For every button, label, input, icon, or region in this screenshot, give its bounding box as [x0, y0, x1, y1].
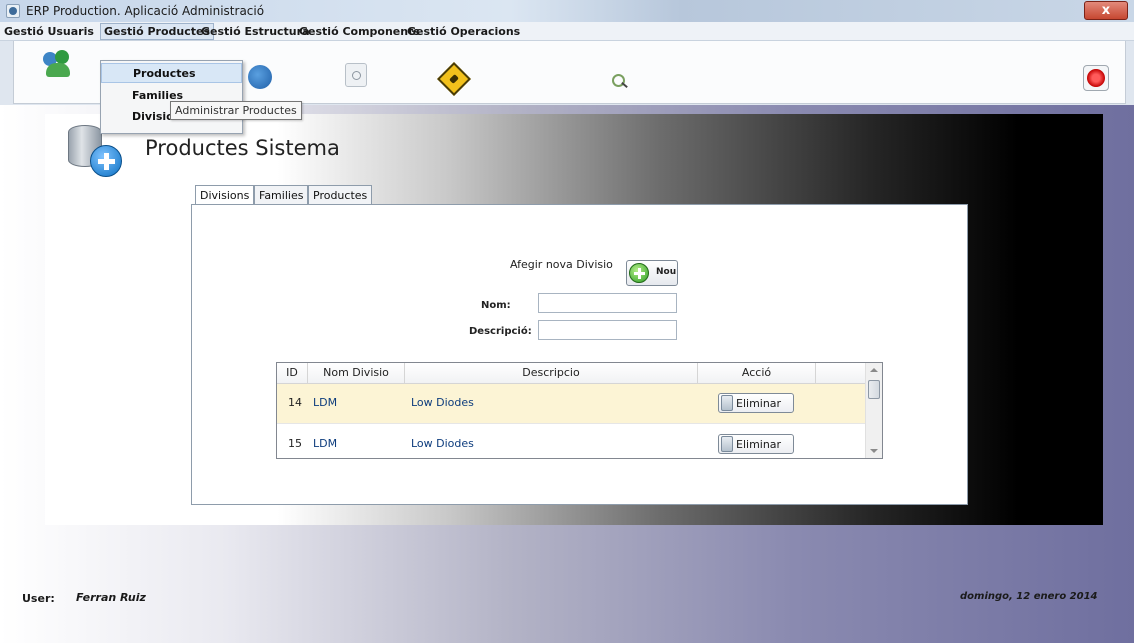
plus-icon [629, 263, 649, 283]
scroll-thumb[interactable] [868, 380, 880, 399]
menu-gestio-operacions[interactable]: Gestió Operacions [404, 24, 523, 40]
menu-bar: Gestió Usuaris Gestió Productes Gestió E… [0, 22, 1134, 41]
add-button[interactable]: Nou [626, 260, 678, 286]
users-icon[interactable] [41, 50, 75, 80]
power-icon[interactable] [1083, 65, 1109, 91]
search-doc-icon[interactable] [345, 63, 367, 87]
grid-header: ID Nom Divisio Descripcio Acció [277, 363, 866, 384]
app-window: ERP Production. Aplicació Administració … [0, 0, 1134, 643]
trash-icon [721, 395, 733, 411]
delete-button[interactable]: Eliminar [718, 434, 794, 454]
add-division-label: Afegir nova Divisio [510, 258, 613, 271]
nom-input[interactable] [538, 293, 677, 313]
app-icon [6, 4, 20, 18]
close-button[interactable]: x [1084, 1, 1128, 20]
delete-button[interactable]: Eliminar [718, 393, 794, 413]
menu-gestio-usuaris[interactable]: Gestió Usuaris [1, 24, 97, 40]
tab-families[interactable]: Families [254, 185, 309, 205]
trash-icon [721, 436, 733, 452]
column-header-nom-divisio[interactable]: Nom Divisio [308, 363, 405, 384]
cell-nom: LDM [313, 437, 338, 450]
cell-id: 15 [288, 437, 302, 450]
user-name: Ferran Ruiz [76, 591, 146, 604]
title-bar: ERP Production. Aplicació Administració … [0, 0, 1134, 22]
cell-nom: LDM [313, 396, 338, 409]
page-title: Productes Sistema [145, 136, 340, 160]
window-title: ERP Production. Aplicació Administració [26, 4, 265, 18]
cell-descripcio: Low Diodes [411, 396, 474, 409]
cell-id: 14 [288, 396, 302, 409]
scroll-down-icon[interactable] [870, 449, 878, 453]
column-header-accio[interactable]: Acció [698, 363, 816, 384]
cell-descripcio: Low Diodes [411, 437, 474, 450]
user-label: User: [22, 592, 55, 605]
current-date: domingo, 12 enero 2014 [960, 591, 1098, 602]
tab-productes[interactable]: Productes [308, 185, 373, 205]
scroll-up-icon[interactable] [870, 368, 878, 372]
tab-panel-divisions [191, 204, 968, 505]
menu-gestio-productes[interactable]: Gestió Productes [100, 23, 214, 40]
table-row[interactable]: 14 LDM Low Diodes Eliminar [277, 384, 866, 424]
delete-button-label: Eliminar [736, 397, 782, 410]
nom-label: Nom: [481, 300, 511, 311]
table-row[interactable]: 15 LDM Low Diodes Eliminar [277, 425, 866, 458]
tooltip: Administrar Productes [170, 101, 302, 120]
tab-divisions[interactable]: Divisions [195, 185, 255, 206]
descripcio-input[interactable] [538, 320, 677, 340]
descripcio-label: Descripció: [469, 326, 532, 337]
grid-scrollbar[interactable] [865, 363, 882, 458]
divisions-grid: ID Nom Divisio Descripcio Acció 14 LDM L… [276, 362, 883, 459]
warning-icon[interactable] [437, 62, 471, 96]
globe-icon[interactable] [248, 65, 272, 89]
magnifier-icon[interactable] [612, 74, 628, 90]
add-button-label: Nou [656, 267, 677, 277]
productes-dropdown-menu: Productes Families Divisions [100, 60, 243, 134]
column-header-id[interactable]: ID [277, 363, 308, 384]
column-header-descripcio[interactable]: Descripcio [405, 363, 698, 384]
delete-button-label: Eliminar [736, 438, 782, 451]
menu-item-productes[interactable]: Productes [101, 63, 242, 83]
